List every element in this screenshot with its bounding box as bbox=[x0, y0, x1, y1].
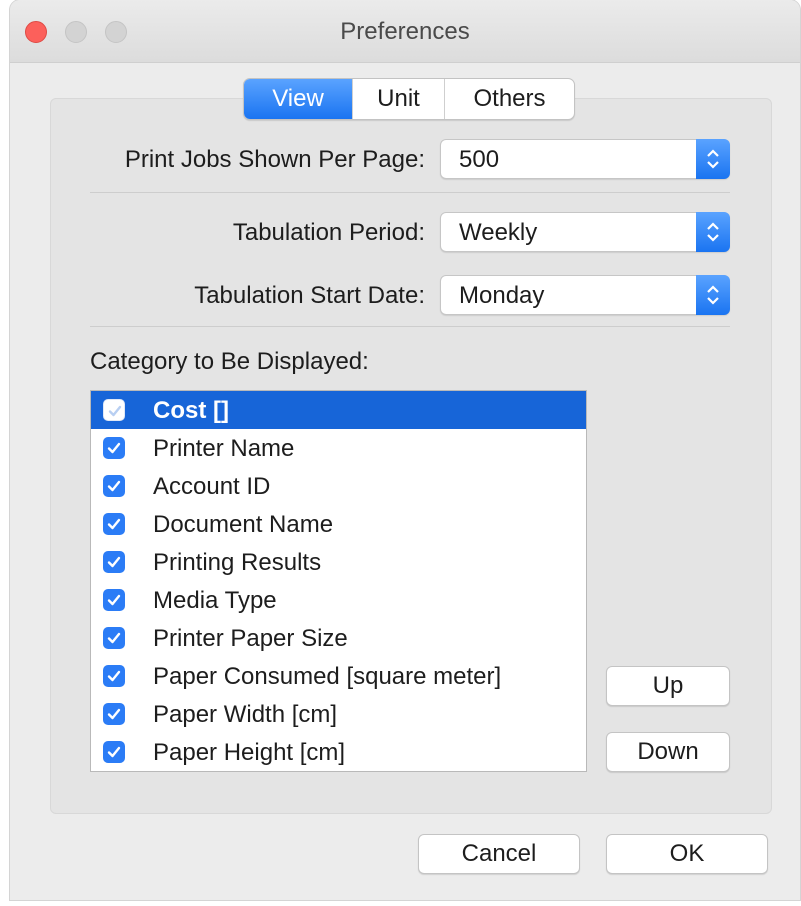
tabulation-start-label: Tabulation Start Date: bbox=[194, 282, 425, 309]
checkbox[interactable] bbox=[103, 741, 125, 763]
list-item[interactable]: Media Type bbox=[91, 581, 586, 619]
tab-view[interactable]: View bbox=[244, 79, 352, 119]
tab-others[interactable]: Others bbox=[444, 79, 574, 119]
list-item-label: Printer Name bbox=[153, 435, 295, 462]
list-item[interactable]: Cost [] bbox=[91, 391, 586, 429]
list-item-label: Paper Width [cm] bbox=[153, 701, 338, 728]
checkbox[interactable] bbox=[103, 589, 125, 611]
tabulation-period-label: Tabulation Period: bbox=[232, 219, 425, 246]
category-section-label: Category to Be Displayed: bbox=[90, 348, 369, 375]
checkbox[interactable] bbox=[103, 703, 125, 725]
list-item[interactable]: Document Name bbox=[91, 505, 586, 543]
updown-arrows-icon bbox=[696, 275, 730, 315]
list-item[interactable]: Printing Results bbox=[91, 543, 586, 581]
window-title: Preferences bbox=[340, 18, 470, 45]
list-item[interactable]: Paper Consumed [square meter] bbox=[91, 657, 586, 695]
jobs-per-page-label: Print Jobs Shown Per Page: bbox=[124, 146, 425, 173]
list-item-label: Cost [] bbox=[153, 397, 229, 424]
category-list[interactable]: Cost [] Printer Name Account ID Document… bbox=[90, 390, 587, 772]
jobs-per-page-value: 500 bbox=[459, 146, 500, 173]
list-item-label: Media Type bbox=[153, 587, 277, 614]
title-bar[interactable]: Preferences bbox=[10, 0, 800, 63]
list-item-label: Printer Paper Size bbox=[153, 625, 348, 652]
checkbox[interactable] bbox=[103, 399, 125, 421]
list-item[interactable]: Paper Height [cm] bbox=[91, 733, 586, 771]
checkbox[interactable] bbox=[103, 437, 125, 459]
tabulation-period-value: Weekly bbox=[459, 219, 538, 246]
list-item[interactable]: Printer Name bbox=[91, 429, 586, 467]
divider bbox=[90, 326, 730, 327]
ok-button[interactable]: OK bbox=[606, 834, 768, 874]
tab-bar: View Unit Others bbox=[243, 78, 575, 120]
list-item[interactable]: Paper Width [cm] bbox=[91, 695, 586, 733]
checkbox[interactable] bbox=[103, 627, 125, 649]
preferences-window: Preferences View Unit Others Print Jobs … bbox=[10, 0, 800, 900]
checkbox[interactable] bbox=[103, 665, 125, 687]
tabulation-start-select[interactable]: Monday bbox=[440, 275, 730, 315]
cancel-button[interactable]: Cancel bbox=[418, 834, 580, 874]
list-item-label: Account ID bbox=[153, 473, 271, 500]
list-item-label: Document Name bbox=[153, 511, 334, 538]
down-button[interactable]: Down bbox=[606, 732, 730, 772]
updown-arrows-icon bbox=[696, 139, 730, 179]
list-item-label: Printing Results bbox=[153, 549, 322, 576]
checkbox[interactable] bbox=[103, 551, 125, 573]
list-item-label: Paper Height [cm] bbox=[153, 739, 346, 766]
jobs-per-page-select[interactable]: 500 bbox=[440, 139, 730, 179]
up-button[interactable]: Up bbox=[606, 666, 730, 706]
checkbox[interactable] bbox=[103, 513, 125, 535]
list-item-label: Paper Consumed [square meter] bbox=[153, 663, 502, 690]
tab-unit[interactable]: Unit bbox=[352, 79, 444, 119]
list-item[interactable]: Printer Paper Size bbox=[91, 619, 586, 657]
divider bbox=[90, 192, 730, 193]
checkbox[interactable] bbox=[103, 475, 125, 497]
tabulation-start-value: Monday bbox=[459, 282, 545, 309]
tabulation-period-select[interactable]: Weekly bbox=[440, 212, 730, 252]
list-item[interactable]: Account ID bbox=[91, 467, 586, 505]
updown-arrows-icon bbox=[696, 212, 730, 252]
